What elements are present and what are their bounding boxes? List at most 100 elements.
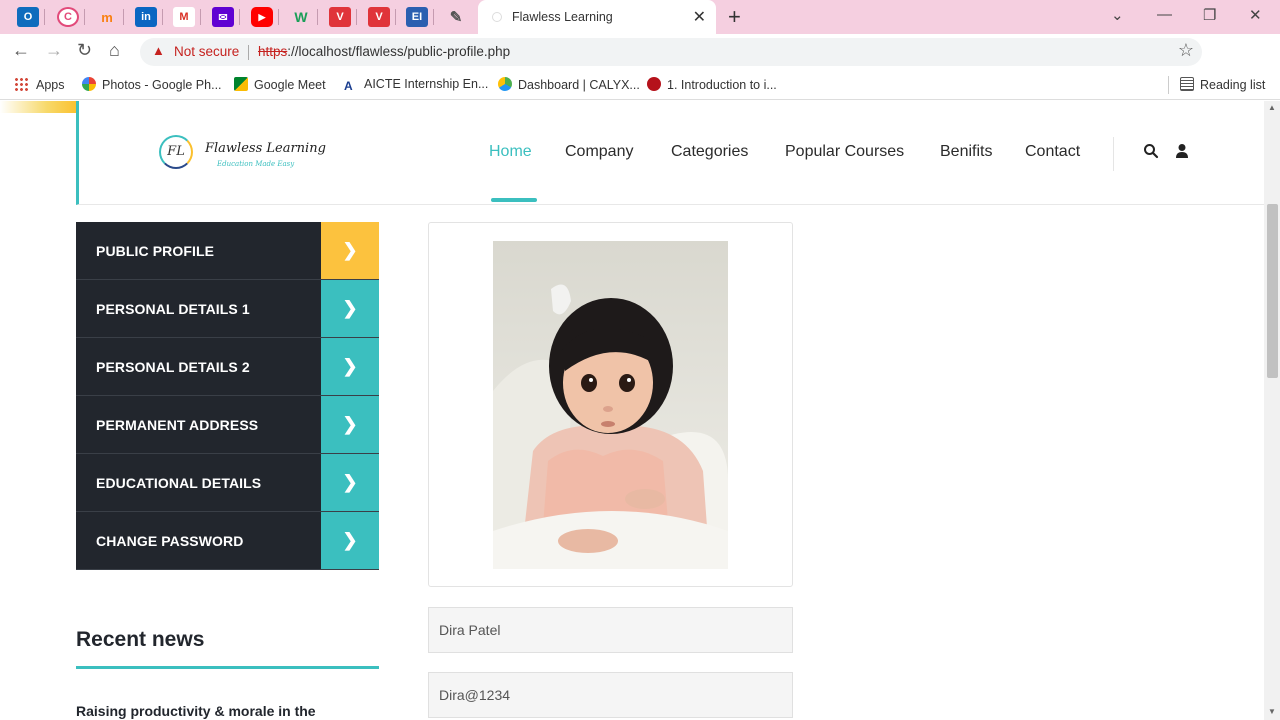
scrollbar[interactable]: ▲ ▼	[1264, 101, 1280, 720]
tab-separator	[317, 9, 318, 25]
active-tab[interactable]: Flawless Learning ✕	[478, 0, 716, 34]
tab-search-chevron-icon[interactable]: ⌄	[1111, 6, 1124, 24]
scrollbar-thumb[interactable]	[1267, 204, 1278, 378]
url-text[interactable]: https://localhost/flawless/public-profil…	[258, 44, 510, 59]
url-scheme: https	[258, 44, 288, 59]
logo-mark: FL	[159, 135, 193, 169]
menu-personal-details-1[interactable]: PERSONAL DETAILS 1 ❯	[76, 280, 379, 338]
user-icon[interactable]	[1175, 143, 1189, 159]
window-close-icon[interactable]: ✕	[1249, 6, 1262, 24]
tab-close-icon[interactable]: ✕	[693, 7, 706, 27]
back-icon[interactable]: ←	[12, 40, 30, 61]
menu-change-password[interactable]: CHANGE PASSWORD ❯	[76, 512, 379, 570]
top-accent-strip	[0, 101, 78, 113]
scroll-up-icon[interactable]: ▲	[1268, 103, 1276, 112]
forward-icon[interactable]: →	[45, 40, 63, 61]
bookmark-label: 1. Introduction to i...	[667, 78, 777, 92]
word-tab-icon[interactable]: EI	[406, 7, 428, 27]
minimize-icon[interactable]: —	[1157, 6, 1172, 23]
nav-company[interactable]: Company	[565, 143, 633, 161]
recent-news-rule	[76, 666, 379, 669]
scroll-down-icon[interactable]: ▼	[1268, 707, 1276, 716]
tab-favicon-icon	[492, 12, 502, 22]
nav-home[interactable]: Home	[489, 143, 532, 161]
menu-item-label: PERMANENT ADDRESS	[96, 417, 259, 433]
menu-item-label: EDUCATIONAL DETAILS	[96, 475, 262, 491]
menu-educational-details[interactable]: EDUCATIONAL DETAILS ❯	[76, 454, 379, 512]
menu-public-profile[interactable]: PUBLIC PROFILE ❯	[76, 222, 379, 280]
yahoo-mail-tab-icon[interactable]: ✉	[212, 7, 234, 27]
tab-separator	[239, 9, 240, 25]
omnibox[interactable]: ▲ Not secure https://localhost/flawless/…	[140, 38, 1202, 66]
bookmark-star-icon[interactable]: ☆	[1178, 40, 1194, 61]
profile-photo-card	[428, 222, 793, 587]
chevron-right-icon[interactable]: ❯	[321, 512, 379, 569]
address-bar: ← → ↻ ⌂ ▲ Not secure https://localhost/f…	[0, 34, 1280, 97]
search-icon[interactable]	[1143, 143, 1159, 159]
bookmark-apps[interactable]: Apps	[14, 77, 65, 92]
name-field[interactable]	[428, 607, 793, 653]
profile-photo	[493, 241, 728, 569]
site-logo[interactable]: FL Flawless Learning Education Made Easy	[159, 135, 326, 175]
tab-title: Flawless Learning	[512, 10, 613, 24]
menu-permanent-address[interactable]: PERMANENT ADDRESS ❯	[76, 396, 379, 454]
bookmark-google-photos[interactable]: Photos - Google Ph...	[82, 77, 222, 92]
tab-strip: O C m in M ✉ ▶ W V V EI ✎ Flawless Learn…	[0, 0, 1280, 34]
profile-menu: PUBLIC PROFILE ❯ PERSONAL DETAILS 1 ❯ PE…	[76, 222, 379, 570]
bookmark-label: Photos - Google Ph...	[102, 78, 222, 92]
restore-icon[interactable]: ❐	[1203, 6, 1216, 24]
reading-list[interactable]: Reading list	[1180, 77, 1265, 92]
menu-item-label: PERSONAL DETAILS 1	[96, 301, 250, 317]
gmail-tab-icon[interactable]: M	[173, 7, 195, 27]
nav-contact[interactable]: Contact	[1025, 143, 1080, 161]
not-secure-label[interactable]: Not secure	[174, 44, 239, 59]
nav-categories[interactable]: Categories	[671, 143, 748, 161]
vivaldi-tab-icon[interactable]: V	[368, 7, 390, 27]
apps-grid-icon	[14, 77, 28, 91]
reload-icon[interactable]: ↻	[77, 40, 92, 61]
course-site-icon	[647, 77, 661, 91]
home-icon[interactable]: ⌂	[109, 40, 120, 61]
tab-separator	[123, 9, 124, 25]
tab-separator	[278, 9, 279, 25]
chevron-right-icon[interactable]: ❯	[321, 396, 379, 453]
google-photos-icon	[82, 77, 96, 91]
moodle-tab-icon[interactable]: m	[96, 7, 118, 27]
warning-icon[interactable]: ▲	[152, 43, 165, 58]
pen-tab-icon[interactable]: ✎	[445, 7, 467, 27]
url-path: ://localhost/flawless/public-profile.php	[287, 44, 511, 59]
vivaldi-tab-icon[interactable]: V	[329, 7, 351, 27]
bookmarks-divider	[1168, 76, 1169, 94]
tab-separator	[44, 9, 45, 25]
bookmark-introduction[interactable]: 1. Introduction to i...	[647, 77, 777, 92]
page-viewport: FL Flawless Learning Education Made Easy…	[0, 101, 1264, 720]
recent-news: Recent news Raising productivity & moral…	[76, 628, 379, 719]
bookmark-google-meet[interactable]: Google Meet	[234, 77, 326, 92]
linkedin-tab-icon[interactable]: in	[135, 7, 157, 27]
logo-name: Flawless Learning	[205, 141, 326, 156]
bookmarks-bar: Apps Photos - Google Ph... Google Meet A…	[0, 70, 1280, 100]
nav-benifits[interactable]: Benifits	[940, 143, 992, 161]
menu-item-label: PUBLIC PROFILE	[96, 243, 215, 259]
wattpad-tab-icon[interactable]: W	[290, 7, 312, 27]
menu-item-label: PERSONAL DETAILS 2	[96, 359, 250, 375]
bookmark-aicte[interactable]: A AICTE Internship En...	[344, 77, 488, 93]
youtube-tab-icon[interactable]: ▶	[251, 7, 273, 27]
canva-tab-icon[interactable]: C	[57, 7, 79, 27]
chevron-right-icon[interactable]: ❯	[321, 222, 379, 279]
password-field[interactable]	[428, 672, 793, 718]
bookmark-label: AICTE Internship En...	[364, 77, 489, 91]
nav-active-underline	[491, 198, 537, 202]
chevron-right-icon[interactable]: ❯	[321, 280, 379, 337]
outlook-tab-icon[interactable]: O	[17, 7, 39, 27]
calyx-icon	[498, 77, 512, 91]
logo-tagline: Education Made Easy	[217, 160, 295, 168]
bookmark-calyx[interactable]: Dashboard | CALYX...	[498, 77, 640, 92]
nav-popular-courses[interactable]: Popular Courses	[785, 143, 904, 161]
recent-news-post-link[interactable]: Raising productivity & morale in the	[76, 703, 379, 719]
menu-personal-details-2[interactable]: PERSONAL DETAILS 2 ❯	[76, 338, 379, 396]
chevron-right-icon[interactable]: ❯	[321, 454, 379, 511]
tab-separator	[356, 9, 357, 25]
chevron-right-icon[interactable]: ❯	[321, 338, 379, 395]
new-tab-icon[interactable]: +	[728, 4, 741, 30]
